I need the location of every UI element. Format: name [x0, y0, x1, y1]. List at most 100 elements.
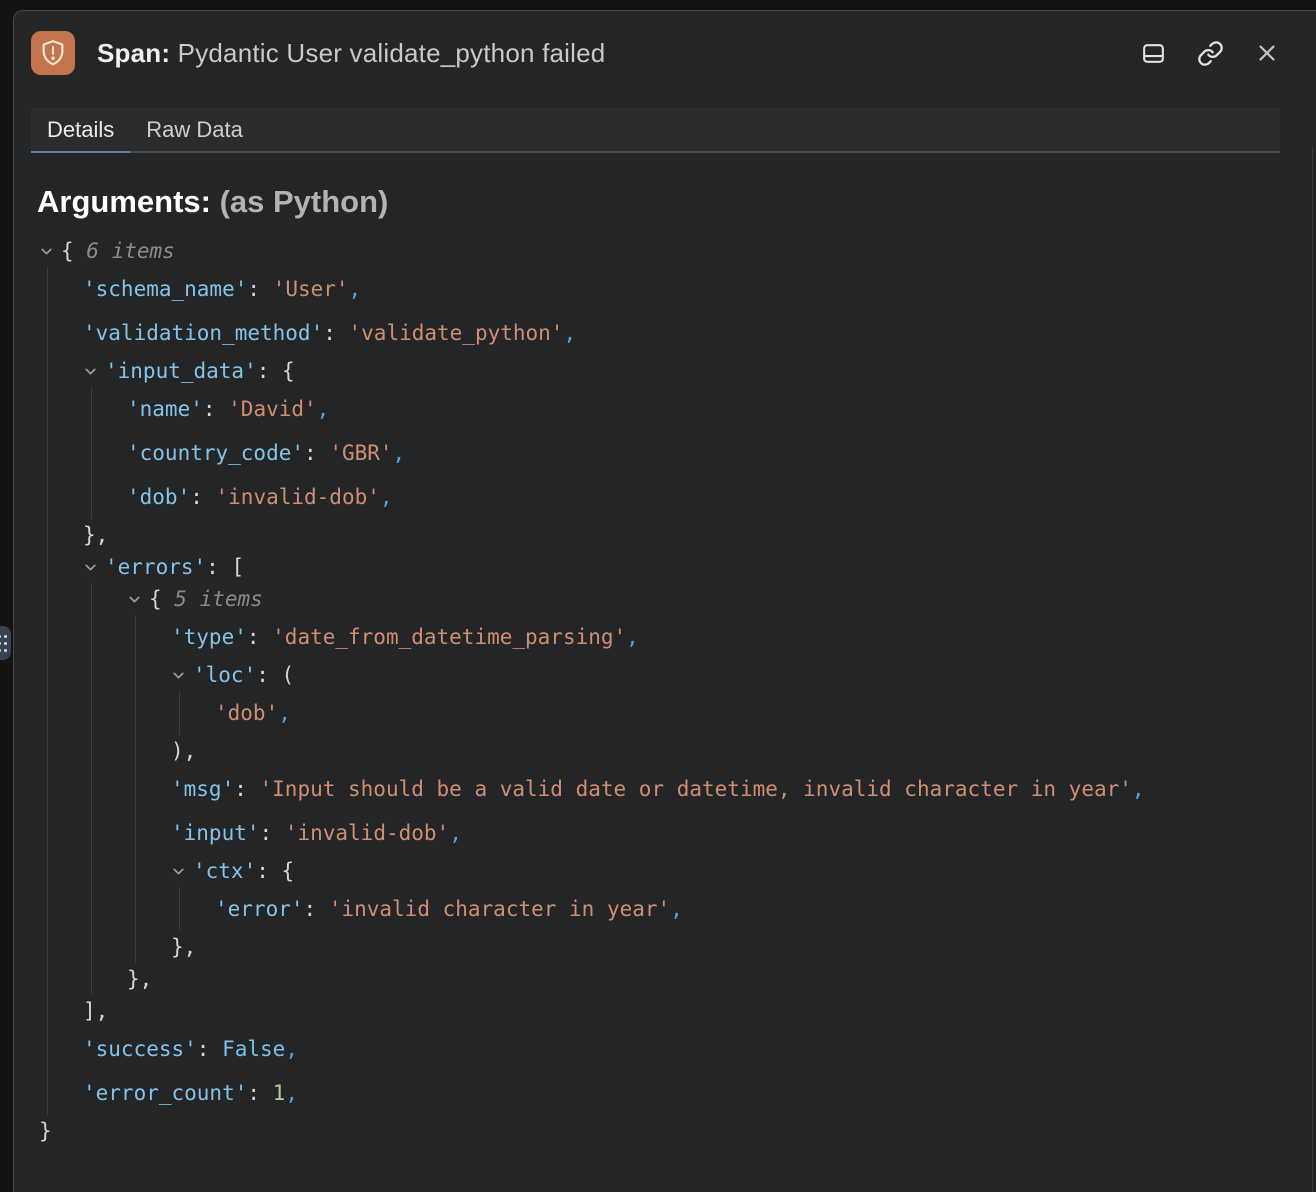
code-line: 'country_code': 'GBR', — [37, 431, 1296, 475]
close-icon[interactable] — [1252, 38, 1282, 68]
panel-drag-handle[interactable] — [0, 626, 11, 660]
code-token-key: 'success' — [83, 1037, 197, 1061]
code-token-punct: }, — [127, 967, 152, 991]
alert-shield-icon — [31, 31, 75, 75]
code-token-key: 'name' — [127, 397, 203, 421]
code-token-punct: { — [149, 587, 174, 611]
chevron-down-icon[interactable] — [127, 583, 149, 615]
indent-guide — [91, 963, 92, 995]
code-token-comma: , — [393, 441, 406, 465]
code-token-key: 'input_data' — [105, 359, 257, 383]
code-line: }, — [37, 519, 1296, 551]
code-token-str: 'dob' — [215, 701, 278, 725]
code-line: 'loc': ( — [37, 659, 1296, 691]
code-tree: { 6 items'schema_name': 'User','validati… — [37, 235, 1296, 1147]
indent-guide — [47, 995, 48, 1027]
indent-guide — [135, 767, 136, 811]
code-token-comma: , — [317, 397, 330, 421]
code-token-punct: : — [234, 777, 259, 801]
code-token-punct: : — [247, 277, 272, 301]
code-token-comma: , — [349, 277, 362, 301]
tab-details[interactable]: Details — [31, 108, 130, 153]
code-line: 'schema_name': 'User', — [37, 267, 1296, 311]
code-token-str: 'validate_python' — [349, 321, 564, 345]
code-line: 'error_count': 1, — [37, 1071, 1296, 1115]
code-line: 'ctx': { — [37, 855, 1296, 887]
indent-guide — [135, 659, 136, 691]
code-token-str: 'GBR' — [329, 441, 392, 465]
indent-guide — [179, 691, 180, 735]
indent-guide — [135, 887, 136, 931]
indent-guide — [91, 811, 92, 855]
code-token-key: 'type' — [171, 625, 247, 649]
indent-guide — [135, 931, 136, 963]
tab-raw-data[interactable]: Raw Data — [130, 108, 259, 153]
indent-guide — [91, 583, 92, 615]
code-token-num: 1 — [273, 1081, 286, 1105]
code-token-str: 'invalid-dob' — [285, 821, 449, 845]
indent-guide — [47, 551, 48, 583]
code-token-comma: , — [626, 625, 639, 649]
code-token-punct: } — [39, 1119, 52, 1143]
code-token-key: 'validation_method' — [83, 321, 323, 345]
indent-guide — [47, 519, 48, 551]
indent-guide — [47, 659, 48, 691]
indent-guide — [91, 691, 92, 735]
chevron-down-icon[interactable] — [39, 235, 61, 267]
indent-guide — [47, 811, 48, 855]
scrollbar-track[interactable] — [1312, 146, 1313, 1192]
code-token-punct: : — [260, 821, 285, 845]
code-token-comma: , — [285, 1037, 298, 1061]
details-content: Arguments: (as Python) { 6 items'schema_… — [14, 183, 1316, 1147]
header-actions — [1138, 38, 1290, 68]
arguments-heading-main: Arguments: — [37, 184, 211, 219]
link-icon[interactable] — [1195, 38, 1225, 68]
code-line: 'dob': 'invalid-dob', — [37, 475, 1296, 519]
code-token-punct: ), — [171, 739, 196, 763]
span-title: Span: Pydantic User validate_python fail… — [97, 38, 605, 69]
code-token-punct: : — [190, 485, 215, 509]
code-token-punct: : — [323, 321, 348, 345]
code-token-key: 'ctx' — [193, 859, 256, 883]
arguments-heading: Arguments: (as Python) — [37, 183, 1296, 221]
dock-bottom-icon[interactable] — [1138, 38, 1168, 68]
panel-header: Span: Pydantic User validate_python fail… — [14, 11, 1316, 75]
code-token-punct: { — [61, 239, 86, 263]
code-token-comma: , — [563, 321, 576, 345]
indent-guide — [91, 615, 92, 659]
code-line: 'name': 'David', — [37, 387, 1296, 431]
indent-guide — [91, 855, 92, 887]
indent-guide — [47, 931, 48, 963]
span-title-label: Span: — [97, 38, 170, 68]
code-token-meta: 6 items — [86, 239, 175, 263]
code-token-punct: : — [197, 1037, 222, 1061]
chevron-down-icon[interactable] — [83, 355, 105, 387]
code-line: 'msg': 'Input should be a valid date or … — [37, 767, 1296, 811]
code-token-bool: False — [222, 1037, 285, 1061]
code-line: 'type': 'date_from_datetime_parsing', — [37, 615, 1296, 659]
code-token-str: 'invalid-dob' — [216, 485, 380, 509]
indent-guide — [47, 431, 48, 475]
code-line: { 5 items — [37, 583, 1296, 615]
arguments-heading-suffix: (as Python) — [211, 184, 388, 219]
code-line: { 6 items — [37, 235, 1296, 267]
chevron-down-icon[interactable] — [83, 551, 105, 583]
indent-guide — [47, 583, 48, 615]
code-token-key: 'error_count' — [83, 1081, 247, 1105]
indent-guide — [91, 431, 92, 475]
chevron-down-icon[interactable] — [171, 659, 193, 691]
code-token-str: 'date_from_datetime_parsing' — [272, 625, 626, 649]
code-token-punct: }, — [83, 523, 108, 547]
code-token-str: 'Input should be a valid date or datetim… — [260, 777, 1132, 801]
indent-guide — [47, 855, 48, 887]
indent-guide — [47, 767, 48, 811]
code-token-punct: : ( — [256, 663, 294, 687]
chevron-down-icon[interactable] — [171, 855, 193, 887]
code-line: ], — [37, 995, 1296, 1027]
code-token-punct: : [ — [206, 555, 244, 579]
indent-guide — [179, 887, 180, 931]
indent-guide — [135, 615, 136, 659]
code-line: 'dob', — [37, 691, 1296, 735]
indent-guide — [135, 855, 136, 887]
code-token-punct: : — [247, 625, 272, 649]
